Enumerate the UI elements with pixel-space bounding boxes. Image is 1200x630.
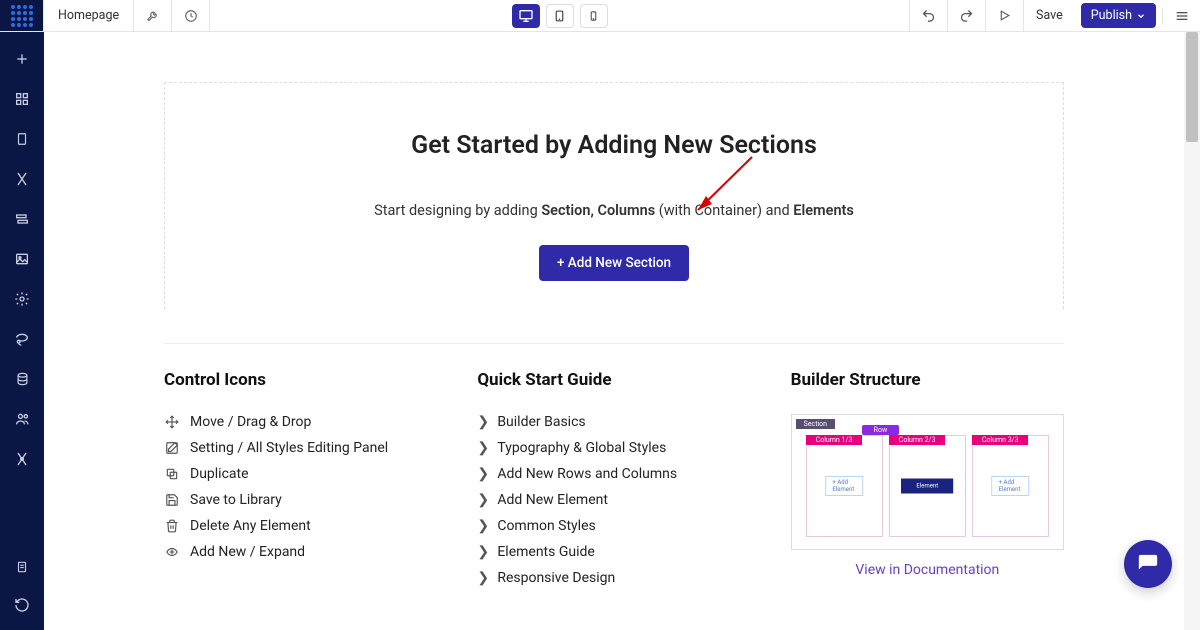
quick-start-heading: Quick Start Guide (477, 370, 750, 390)
hero-title: Get Started by Adding New Sections (201, 131, 1027, 160)
quick-start-elements-guide[interactable]: ❯Elements Guide (477, 544, 750, 560)
add-icon[interactable] (13, 50, 31, 68)
chevron-right-icon: ❯ (477, 414, 489, 430)
logo[interactable] (0, 0, 44, 31)
quick-start-responsive[interactable]: ❯Responsive Design (477, 570, 750, 586)
annotation-arrow-icon (684, 152, 764, 222)
sidebar (0, 32, 44, 630)
chat-button[interactable] (1124, 540, 1172, 588)
gear-icon[interactable] (13, 290, 31, 308)
menu-button[interactable] (1162, 8, 1200, 24)
control-icons-heading: Control Icons (164, 370, 437, 390)
quick-start-rows-columns[interactable]: ❯Add New Rows and Columns (477, 466, 750, 482)
chevron-right-icon: ❯ (477, 518, 489, 534)
undo-button[interactable] (910, 0, 948, 32)
chevron-right-icon: ❯ (477, 570, 489, 586)
edit-icon (164, 440, 180, 456)
device-tablet-button[interactable] (546, 4, 574, 28)
chevron-down-icon (1136, 11, 1146, 21)
device-desktop-button[interactable] (512, 4, 540, 28)
preview-button[interactable] (986, 0, 1024, 32)
control-icon-move: Move / Drag & Drop (164, 414, 437, 430)
control-icon-add-expand: Add New / Expand (164, 544, 437, 560)
lasso-icon[interactable] (13, 330, 31, 348)
chevron-right-icon: ❯ (477, 466, 489, 482)
quick-start-add-element[interactable]: ❯Add New Element (477, 492, 750, 508)
database-icon[interactable] (13, 370, 31, 388)
notes-icon[interactable] (13, 558, 31, 576)
trash-icon (164, 518, 180, 534)
chevron-right-icon: ❯ (477, 492, 489, 508)
control-icon-duplicate: Duplicate (164, 466, 437, 482)
quick-start-common-styles[interactable]: ❯Common Styles (477, 518, 750, 534)
expand-icon (164, 544, 180, 560)
quick-start-builder-basics[interactable]: ❯Builder Basics (477, 414, 750, 430)
chevron-right-icon: ❯ (477, 440, 489, 456)
move-icon (164, 414, 180, 430)
save-icon (164, 492, 180, 508)
control-icon-setting: Setting / All Styles Editing Panel (164, 440, 437, 456)
redo-button[interactable] (948, 0, 986, 32)
wrench-side-icon[interactable] (13, 450, 31, 468)
history-icon[interactable] (172, 0, 210, 31)
layers-icon[interactable] (13, 210, 31, 228)
control-icon-save-library: Save to Library (164, 492, 437, 508)
copy-icon (164, 466, 180, 482)
hero-subtitle: Start designing by adding Section, Colum… (201, 202, 1027, 219)
view-documentation-link[interactable]: View in Documentation (791, 562, 1064, 578)
add-new-section-button[interactable]: + Add New Section (539, 245, 689, 281)
scrollbar[interactable] (1184, 32, 1200, 630)
chevron-right-icon: ❯ (477, 544, 489, 560)
page-icon[interactable] (13, 130, 31, 148)
page-title: Homepage (44, 0, 134, 31)
grid-icon[interactable] (13, 90, 31, 108)
control-icon-delete: Delete Any Element (164, 518, 437, 534)
wrench-icon[interactable] (134, 0, 172, 31)
restore-icon[interactable] (13, 596, 31, 614)
quick-start-typography[interactable]: ❯Typography & Global Styles (477, 440, 750, 456)
publish-button[interactable]: Publish (1081, 3, 1156, 28)
builder-structure-diagram: Section Row Column 1/3+ Add Element Colu… (791, 414, 1064, 550)
image-icon[interactable] (13, 250, 31, 268)
device-mobile-button[interactable] (580, 4, 608, 28)
builder-structure-heading: Builder Structure (791, 370, 1064, 390)
save-button[interactable]: Save (1024, 8, 1075, 23)
users-icon[interactable] (13, 410, 31, 428)
publish-label: Publish (1091, 8, 1132, 23)
tools-icon[interactable] (13, 170, 31, 188)
